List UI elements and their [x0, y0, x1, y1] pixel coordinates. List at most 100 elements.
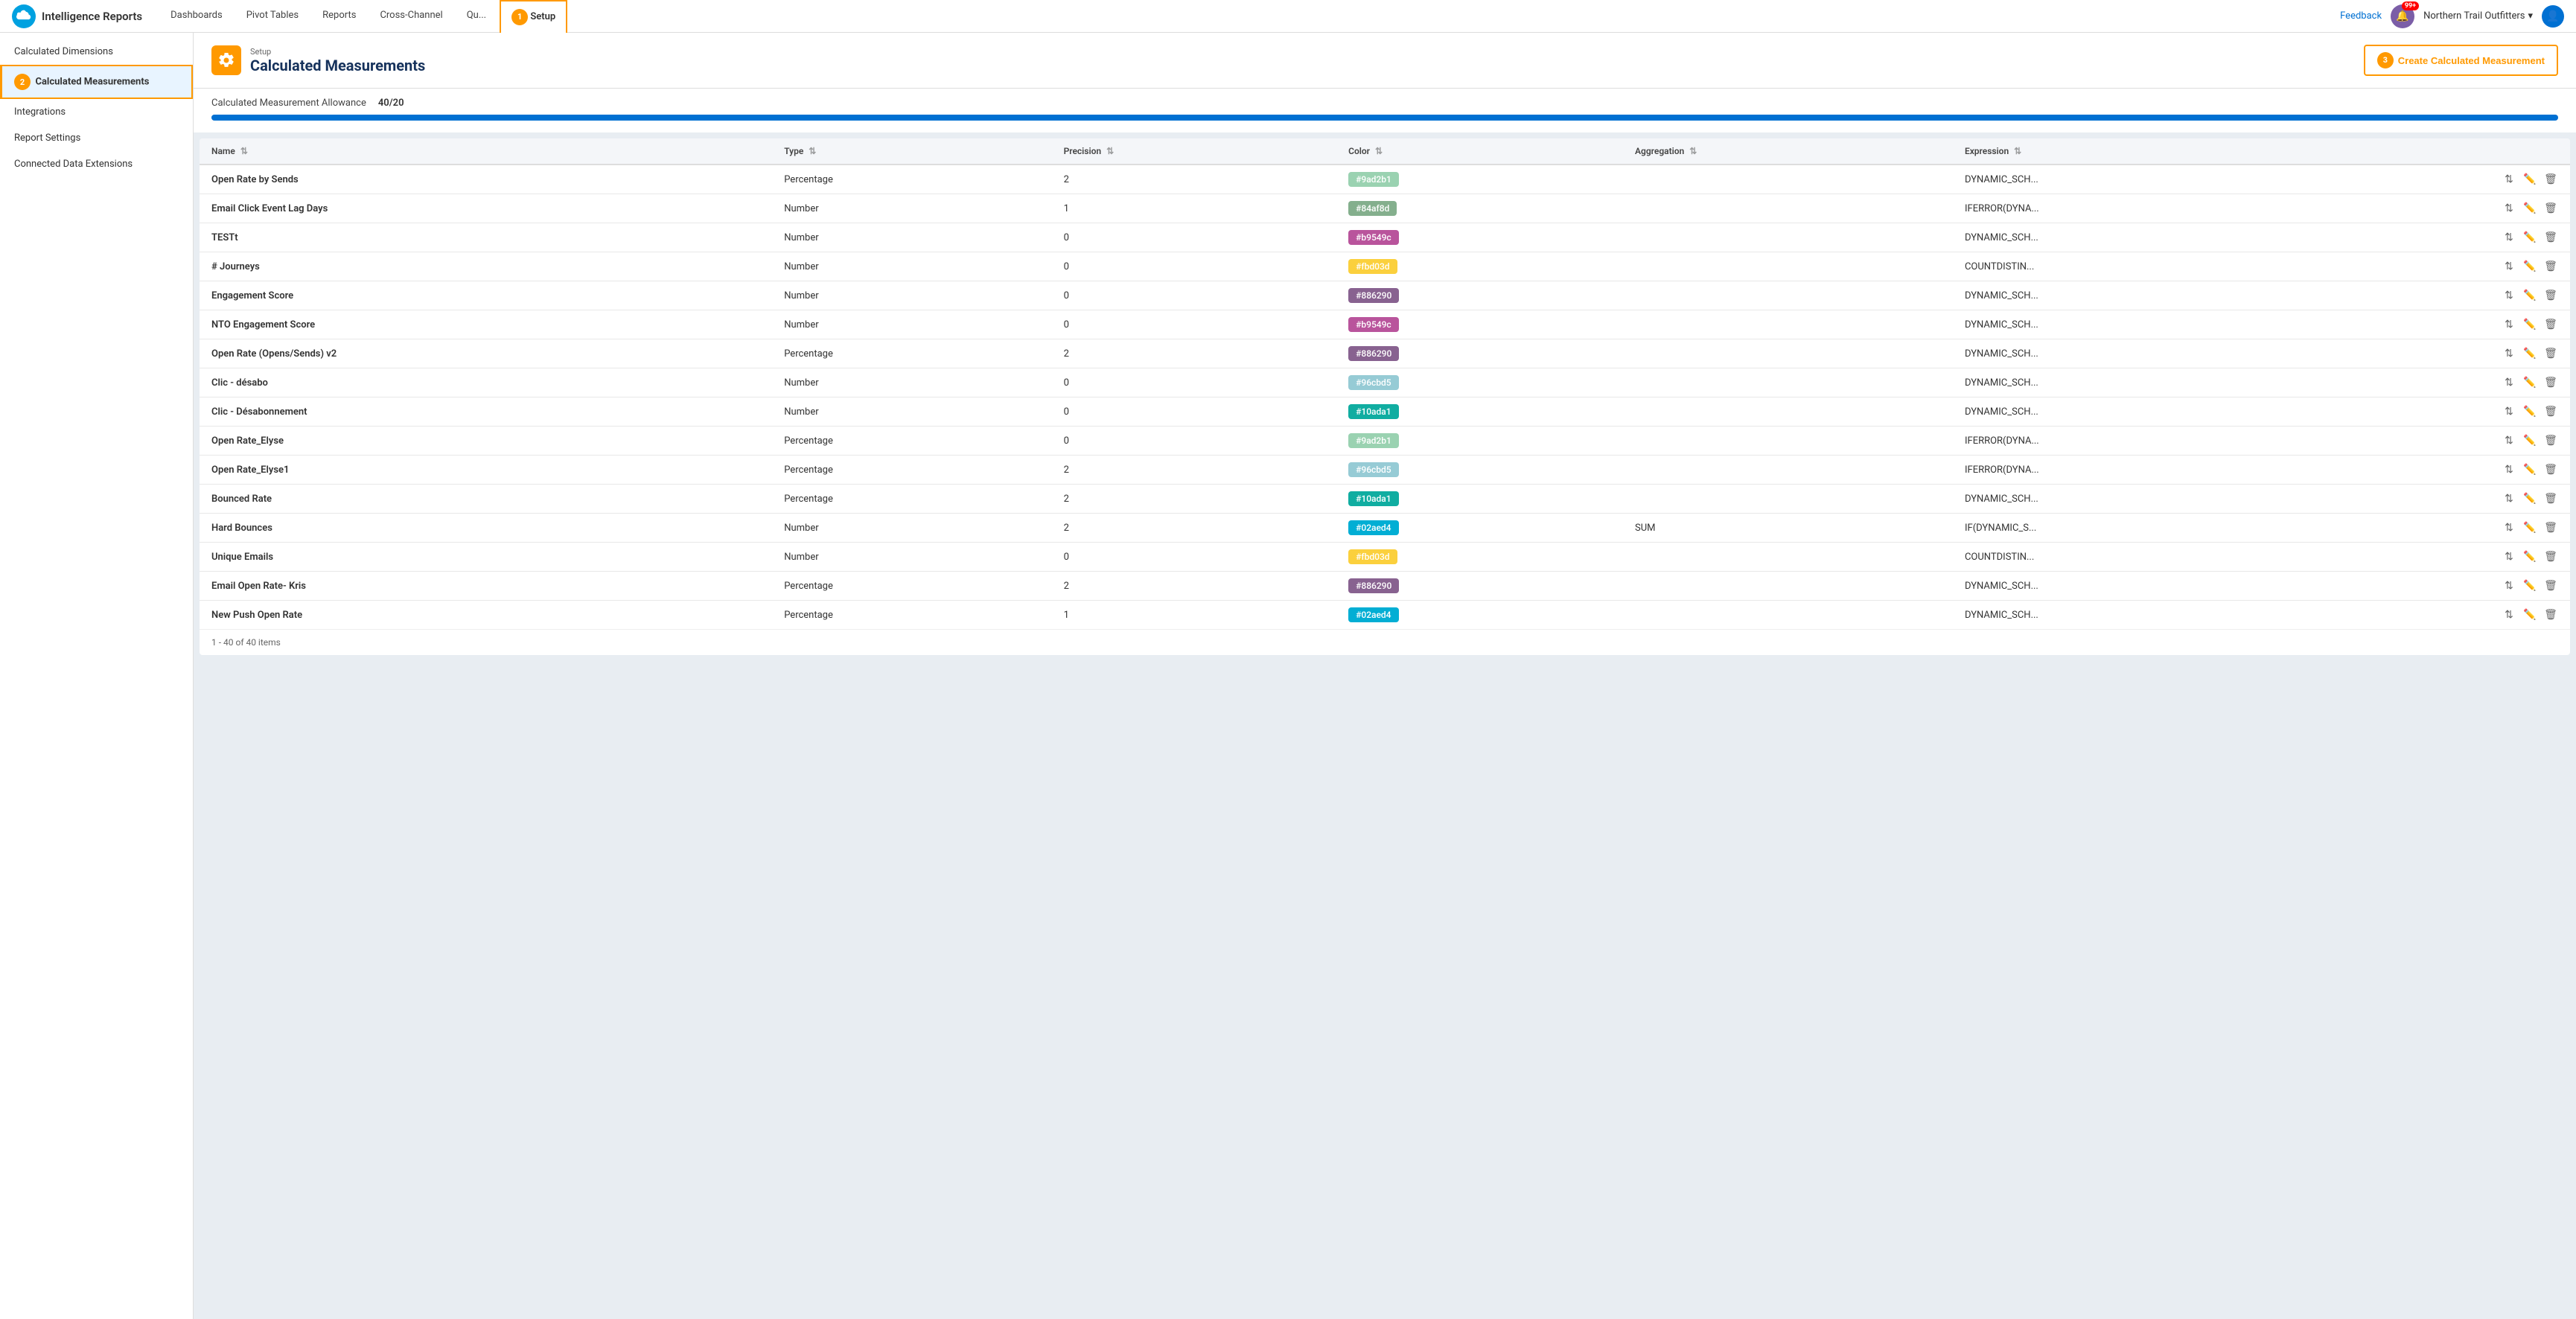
nav-cross-channel[interactable]: Cross-Channel — [369, 0, 453, 33]
step1-badge: 1 — [511, 9, 528, 25]
cell-color-7: #96cbd5 — [1336, 368, 1623, 397]
table-row: Unique Emails Number 0 #fbd03d COUNTDIST… — [200, 543, 2570, 572]
reorder-icon-15[interactable]: ⇅ — [2502, 607, 2516, 622]
nav-pivot-tables[interactable]: Pivot Tables — [236, 0, 309, 33]
edit-icon-13[interactable]: ✏️ — [2522, 549, 2537, 564]
sidebar-item-calc-dimensions[interactable]: Calculated Dimensions — [0, 39, 193, 65]
col-header-precision[interactable]: Precision ⇅ — [1052, 138, 1337, 165]
cell-color-10: #96cbd5 — [1336, 456, 1623, 485]
delete-icon-0[interactable]: 🗑 — [2543, 172, 2558, 187]
col-header-aggregation[interactable]: Aggregation ⇅ — [1623, 138, 1953, 165]
table-row: Open Rate_Elyse1 Percentage 2 #96cbd5 IF… — [200, 456, 2570, 485]
nav-right-section: Feedback 🔔 99+ Northern Trail Outfitters… — [2340, 4, 2564, 28]
delete-icon-8[interactable]: 🗑 — [2543, 404, 2558, 419]
cell-precision-6: 2 — [1052, 339, 1337, 368]
edit-icon-4[interactable]: ✏️ — [2522, 288, 2537, 303]
col-header-expression[interactable]: Expression ⇅ — [1953, 138, 2570, 165]
cell-aggregation-14 — [1623, 572, 1953, 601]
col-header-type[interactable]: Type ⇅ — [772, 138, 1051, 165]
expression-text-1: IFERROR(DYNA... — [1965, 203, 2039, 214]
cell-precision-14: 2 — [1052, 572, 1337, 601]
nav-dashboards[interactable]: Dashboards — [160, 0, 233, 33]
reorder-icon-8[interactable]: ⇅ — [2502, 404, 2516, 419]
edit-icon-8[interactable]: ✏️ — [2522, 404, 2537, 419]
org-selector[interactable]: Northern Trail Outfitters ▾ — [2423, 10, 2533, 22]
sidebar-item-report-settings[interactable]: Report Settings — [0, 125, 193, 151]
edit-icon-2[interactable]: ✏️ — [2522, 230, 2537, 245]
edit-icon-12[interactable]: ✏️ — [2522, 520, 2537, 535]
page-header-left: Setup Calculated Measurements — [211, 45, 425, 75]
action-icons-3: ⇅ ✏️ 🗑 — [2502, 259, 2558, 274]
delete-icon-4[interactable]: 🗑 — [2543, 288, 2558, 303]
reorder-icon-11[interactable]: ⇅ — [2502, 491, 2516, 506]
user-avatar[interactable]: 👤 — [2542, 5, 2564, 28]
edit-icon-3[interactable]: ✏️ — [2522, 259, 2537, 274]
cell-name-1: Email Click Event Lag Days — [200, 194, 772, 223]
action-icons-8: ⇅ ✏️ 🗑 — [2502, 404, 2558, 419]
reorder-icon-10[interactable]: ⇅ — [2502, 462, 2516, 477]
cell-precision-13: 0 — [1052, 543, 1337, 572]
expression-text-13: COUNTDISTIN... — [1965, 552, 2034, 563]
notifications-avatar[interactable]: 🔔 99+ — [2391, 4, 2414, 28]
delete-icon-12[interactable]: 🗑 — [2543, 520, 2558, 535]
page-title: Calculated Measurements — [250, 57, 425, 74]
edit-icon-15[interactable]: ✏️ — [2522, 607, 2537, 622]
reorder-icon-9[interactable]: ⇅ — [2502, 433, 2516, 448]
reorder-icon-3[interactable]: ⇅ — [2502, 259, 2516, 274]
delete-icon-5[interactable]: 🗑 — [2543, 317, 2558, 332]
cell-aggregation-5 — [1623, 310, 1953, 339]
reorder-icon-1[interactable]: ⇅ — [2502, 201, 2516, 216]
col-header-name[interactable]: Name ⇅ — [200, 138, 772, 165]
edit-icon-0[interactable]: ✏️ — [2522, 172, 2537, 187]
feedback-button[interactable]: Feedback — [2340, 10, 2382, 22]
delete-icon-11[interactable]: 🗑 — [2543, 491, 2558, 506]
table-row: Hard Bounces Number 2 #02aed4 SUM IF(DYN… — [200, 514, 2570, 543]
nav-qu[interactable]: Qu... — [456, 0, 497, 33]
cell-type-10: Percentage — [772, 456, 1051, 485]
reorder-icon-0[interactable]: ⇅ — [2502, 172, 2516, 187]
edit-icon-1[interactable]: ✏️ — [2522, 201, 2537, 216]
nav-setup[interactable]: 1 Setup — [500, 0, 567, 33]
sidebar-item-calc-measurements[interactable]: 2 Calculated Measurements — [0, 65, 193, 99]
delete-icon-7[interactable]: 🗑 — [2543, 375, 2558, 390]
delete-icon-2[interactable]: 🗑 — [2543, 230, 2558, 245]
table-row: NTO Engagement Score Number 0 #b9549c DY… — [200, 310, 2570, 339]
delete-icon-1[interactable]: 🗑 — [2543, 201, 2558, 216]
sidebar-item-integrations[interactable]: Integrations — [0, 99, 193, 125]
reorder-icon-7[interactable]: ⇅ — [2502, 375, 2516, 390]
create-calculated-measurement-button[interactable]: 3 Create Calculated Measurement — [2364, 45, 2558, 76]
cell-name-3: # Journeys — [200, 252, 772, 281]
delete-icon-14[interactable]: 🗑 — [2543, 578, 2558, 593]
app-logo[interactable]: Intelligence Reports — [12, 4, 142, 28]
delete-icon-15[interactable]: 🗑 — [2543, 607, 2558, 622]
edit-icon-10[interactable]: ✏️ — [2522, 462, 2537, 477]
reorder-icon-4[interactable]: ⇅ — [2502, 288, 2516, 303]
cell-aggregation-11 — [1623, 485, 1953, 514]
edit-icon-14[interactable]: ✏️ — [2522, 578, 2537, 593]
reorder-icon-6[interactable]: ⇅ — [2502, 346, 2516, 361]
table-row: New Push Open Rate Percentage 1 #02aed4 … — [200, 601, 2570, 630]
edit-icon-6[interactable]: ✏️ — [2522, 346, 2537, 361]
reorder-icon-5[interactable]: ⇅ — [2502, 317, 2516, 332]
cell-precision-3: 0 — [1052, 252, 1337, 281]
reorder-icon-14[interactable]: ⇅ — [2502, 578, 2516, 593]
cell-aggregation-8 — [1623, 397, 1953, 427]
sidebar-item-connected-data[interactable]: Connected Data Extensions — [0, 151, 193, 177]
cell-name-4: Engagement Score — [200, 281, 772, 310]
col-header-color[interactable]: Color ⇅ — [1336, 138, 1623, 165]
reorder-icon-13[interactable]: ⇅ — [2502, 549, 2516, 564]
cell-expression-3: COUNTDISTIN... ⇅ ✏️ 🗑 — [1953, 252, 2570, 281]
delete-icon-10[interactable]: 🗑 — [2543, 462, 2558, 477]
delete-icon-13[interactable]: 🗑 — [2543, 549, 2558, 564]
edit-icon-7[interactable]: ✏️ — [2522, 375, 2537, 390]
reorder-icon-12[interactable]: ⇅ — [2502, 520, 2516, 535]
delete-icon-9[interactable]: 🗑 — [2543, 433, 2558, 448]
edit-icon-9[interactable]: ✏️ — [2522, 433, 2537, 448]
edit-icon-11[interactable]: ✏️ — [2522, 491, 2537, 506]
reorder-icon-2[interactable]: ⇅ — [2502, 230, 2516, 245]
delete-icon-3[interactable]: 🗑 — [2543, 259, 2558, 274]
edit-icon-5[interactable]: ✏️ — [2522, 317, 2537, 332]
delete-icon-6[interactable]: 🗑 — [2543, 346, 2558, 361]
nav-reports[interactable]: Reports — [312, 0, 366, 33]
nav-setup-wrapper: 1 Setup — [500, 0, 567, 33]
